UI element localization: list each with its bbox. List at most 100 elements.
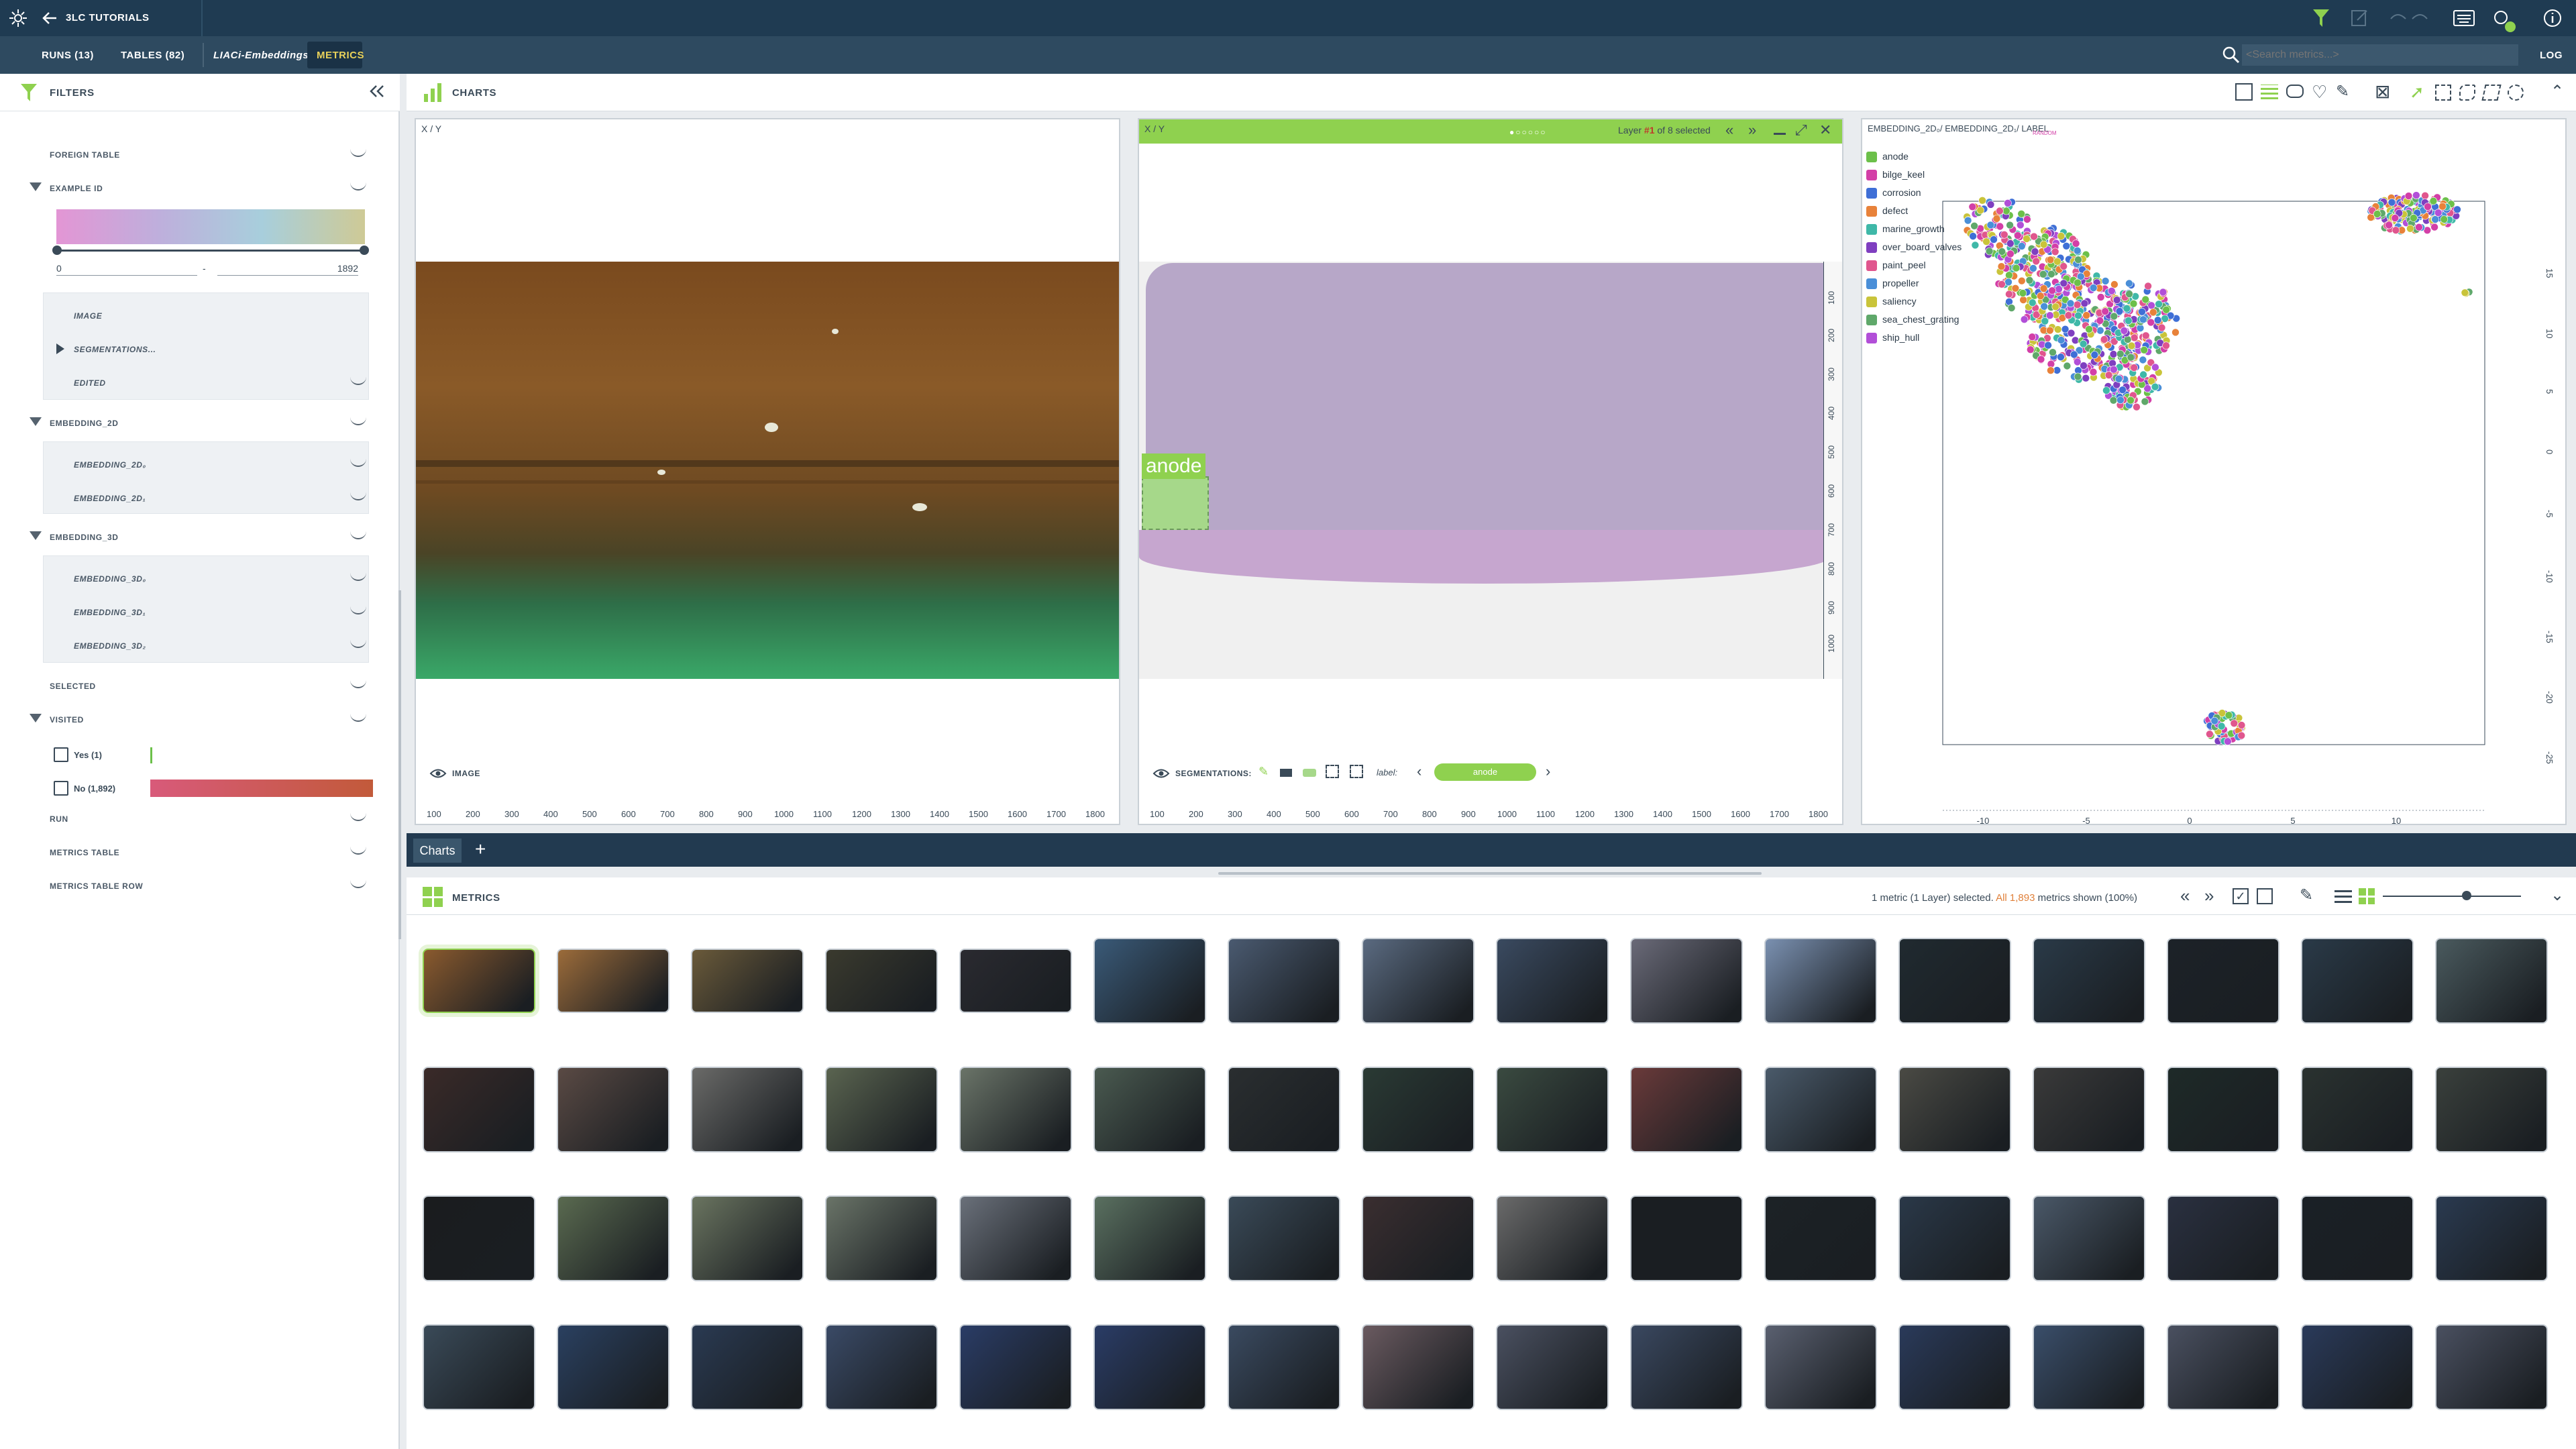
metric-thumbnail[interactable] (423, 1067, 535, 1152)
chevron-down-icon[interactable] (350, 679, 366, 688)
rect-select-icon[interactable] (2435, 85, 2451, 101)
metric-thumbnail[interactable] (1630, 1195, 1743, 1281)
info-icon[interactable] (2542, 8, 2563, 28)
metric-thumbnail[interactable] (1093, 1067, 1206, 1152)
scatter-point[interactable] (2431, 215, 2440, 223)
scatter-point[interactable] (2206, 730, 2214, 739)
scatter-point[interactable] (2049, 348, 2057, 357)
range-max-input[interactable]: 1892 (217, 263, 358, 276)
layer-dots-icon[interactable]: ●○○○○○ (1509, 127, 1547, 137)
scatter-point[interactable] (2057, 353, 2065, 362)
breadcrumb-dataset[interactable]: LIACi-Embeddings: (213, 50, 313, 61)
chevron-down-icon[interactable] (350, 416, 366, 425)
scatter-point[interactable] (1996, 222, 2004, 231)
metric-thumbnail[interactable] (1898, 938, 2011, 1024)
fill-mode-icon[interactable] (1280, 769, 1292, 777)
range-min-input[interactable]: 0 (56, 263, 197, 276)
scatter-point[interactable] (2116, 396, 2125, 405)
scatter-point[interactable] (2410, 214, 2418, 222)
splitter-handle[interactable] (1218, 872, 1762, 875)
chevron-down-icon[interactable] (350, 712, 366, 722)
comment-icon[interactable] (2286, 85, 2304, 98)
prev-label-icon[interactable]: ‹ (1417, 763, 1421, 780)
scatter-point[interactable] (2421, 191, 2429, 200)
scatter-point[interactable] (1971, 241, 1980, 250)
metric-thumbnail[interactable] (1496, 1195, 1609, 1281)
scatter-point[interactable] (2125, 279, 2133, 288)
scatter-point[interactable] (1982, 237, 1990, 246)
scatter-point[interactable] (2032, 257, 2041, 266)
metric-thumbnail[interactable] (825, 1195, 938, 1281)
expand-triangle-icon[interactable] (56, 343, 64, 354)
next-label-icon[interactable]: › (1546, 763, 1550, 780)
chevron-down-icon[interactable] (350, 639, 366, 648)
scatter-point[interactable] (2102, 386, 2110, 394)
metric-thumbnail[interactable] (2033, 938, 2145, 1024)
fit-view-icon[interactable] (2235, 83, 2253, 101)
scatter-point[interactable] (2140, 345, 2149, 354)
scatter-point[interactable] (2082, 311, 2091, 319)
scatter-point[interactable] (1998, 248, 2006, 256)
redo-icon[interactable] (2410, 9, 2430, 25)
scatter-point[interactable] (2153, 316, 2162, 325)
lasso-select-icon[interactable] (2459, 85, 2475, 101)
scatter-point[interactable] (2159, 288, 2167, 297)
next-page-icon[interactable]: » (2204, 887, 2214, 904)
eye-icon[interactable] (429, 767, 447, 780)
filter-visited[interactable]: VISITED (0, 703, 376, 737)
scatter-point[interactable] (2059, 262, 2068, 270)
scatter-point[interactable] (2130, 364, 2139, 372)
scatter-point[interactable] (2027, 345, 2035, 354)
scatter-point[interactable] (2109, 396, 2118, 405)
scatter-point[interactable] (2141, 295, 2150, 304)
scatter-point[interactable] (2114, 374, 2123, 383)
metric-thumbnail[interactable] (2301, 1067, 2414, 1152)
filter-foreign-table[interactable]: FOREIGN TABLE (0, 138, 376, 172)
embedding-scatter-panel[interactable]: EMBEDDING_2D₀/ EMBEDDING_2D₁/ LABEL RAND… (1861, 118, 2567, 825)
scatter-point[interactable] (2066, 299, 2075, 308)
scatter-point[interactable] (2155, 300, 2163, 309)
scatter-point[interactable] (2141, 331, 2150, 340)
scatter-point[interactable] (2429, 197, 2438, 205)
scatter-point[interactable] (2037, 355, 2045, 364)
scatter-point[interactable] (2110, 312, 2118, 321)
scatter-point[interactable] (2006, 250, 2015, 258)
scatter-point[interactable] (2116, 350, 2125, 358)
scatter-point[interactable] (2127, 341, 2136, 350)
filter-run[interactable]: RUN (0, 802, 376, 836)
scatter-point[interactable] (2139, 370, 2147, 379)
project-link[interactable]: 3LC TUTORIALS (66, 12, 150, 23)
scatter-point[interactable] (2237, 731, 2246, 740)
metric-thumbnail[interactable] (825, 949, 938, 1013)
scatter-point[interactable] (2053, 325, 2062, 333)
slider-handle[interactable] (2462, 891, 2471, 900)
scatter-point[interactable] (2020, 315, 2029, 324)
scatter-point[interactable] (2412, 191, 2420, 199)
filter-embedding-3d-0[interactable]: EMBEDDING_3D₀ (0, 562, 376, 596)
metric-thumbnail[interactable] (2033, 1324, 2145, 1410)
metric-thumbnail[interactable] (1228, 1067, 1340, 1152)
back-arrow-icon[interactable] (42, 11, 58, 25)
metric-thumbnail[interactable] (2167, 1067, 2279, 1152)
scatter-point[interactable] (2139, 356, 2147, 364)
label-value-pill[interactable]: anode (1434, 763, 1536, 781)
metric-thumbnail[interactable] (2435, 938, 2548, 1024)
scatter-point[interactable] (2047, 270, 2055, 278)
scatter-point[interactable] (2005, 271, 2013, 279)
scatter-point[interactable] (2157, 323, 2166, 332)
scatter-point[interactable] (2373, 210, 2381, 218)
metric-thumbnail[interactable] (1362, 938, 1474, 1024)
scatter-point[interactable] (2040, 302, 2049, 311)
scatter-point[interactable] (2019, 296, 2027, 304)
pointer-tool-icon[interactable]: ➚ (2410, 83, 2424, 101)
scatter-point[interactable] (2039, 270, 2047, 278)
scatter-point[interactable] (2012, 264, 2021, 272)
image-chart-panel[interactable]: X / Y IMAGE 100 200 300 400 500 600 700 800 900 1… (415, 118, 1120, 825)
scatter-point[interactable] (2123, 304, 2131, 313)
scatter-point[interactable] (2014, 231, 2022, 239)
metric-thumbnail[interactable] (1093, 1195, 1206, 1281)
thumbnail-size-slider[interactable] (2383, 896, 2521, 897)
filter-embedding-3d[interactable]: EMBEDDING_3D (0, 521, 376, 554)
scatter-point[interactable] (2112, 296, 2121, 305)
scatter-point[interactable] (2144, 282, 2152, 290)
